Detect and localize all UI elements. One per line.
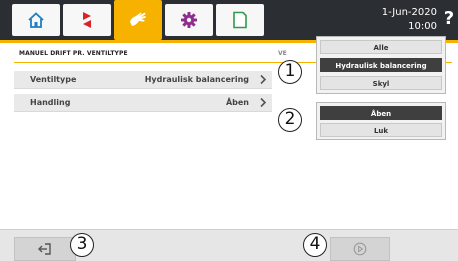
option-alle[interactable]: Alle xyxy=(320,40,442,54)
gear-icon xyxy=(181,12,197,28)
back-button[interactable] xyxy=(14,237,76,261)
handling-label: Handling xyxy=(30,98,71,107)
date-text: 1-Jun-2020 xyxy=(381,7,437,18)
chevron-right-icon xyxy=(260,97,267,108)
document-icon xyxy=(233,11,247,29)
hand-icon xyxy=(130,12,146,26)
play-button[interactable] xyxy=(330,237,390,261)
help-button[interactable]: ? xyxy=(440,7,458,31)
time-text: 10:00 xyxy=(408,21,437,32)
ventiltype-dropdown: Alle Hydraulisk balancering Skyl xyxy=(316,36,446,94)
swap-tab[interactable] xyxy=(63,4,111,36)
settings-tab[interactable] xyxy=(165,4,213,36)
option-luk[interactable]: Luk xyxy=(320,123,442,137)
callout-1: 1 xyxy=(278,60,302,84)
exit-icon xyxy=(38,243,51,255)
date-time: 1-Jun-2020 10:00 xyxy=(365,6,437,34)
ventiltype-label: Ventiltype xyxy=(30,75,77,84)
page-title: MANUEL DRIFT PR. VENTILTYPE xyxy=(19,50,128,57)
option-skyl[interactable]: Skyl xyxy=(320,76,442,90)
bottom-bar xyxy=(0,229,458,261)
ventiltype-row[interactable]: Ventiltype Hydraulisk balancering xyxy=(14,71,272,89)
callout-2: 2 xyxy=(278,108,302,132)
home-tab[interactable] xyxy=(12,4,60,36)
handling-dropdown: Åben Luk xyxy=(316,102,446,140)
callout-3: 3 xyxy=(70,233,94,257)
top-bar: 1-Jun-2020 10:00 ? xyxy=(0,0,458,40)
option-hydraulisk-balancering[interactable]: Hydraulisk balancering xyxy=(320,58,442,72)
ventiltype-value: Hydraulisk balancering xyxy=(144,75,249,84)
home-icon xyxy=(28,12,44,28)
option-aaben[interactable]: Åben xyxy=(320,106,442,120)
document-tab[interactable] xyxy=(216,4,264,36)
swap-arrows-icon xyxy=(83,12,91,28)
chevron-right-icon xyxy=(260,74,267,85)
manual-tab[interactable] xyxy=(114,0,162,40)
callout-4: 4 xyxy=(303,233,327,257)
handling-value: Åben xyxy=(225,98,249,107)
play-icon xyxy=(353,242,367,256)
handling-row[interactable]: Handling Åben xyxy=(14,94,272,112)
header-fragment: VE xyxy=(278,50,287,57)
